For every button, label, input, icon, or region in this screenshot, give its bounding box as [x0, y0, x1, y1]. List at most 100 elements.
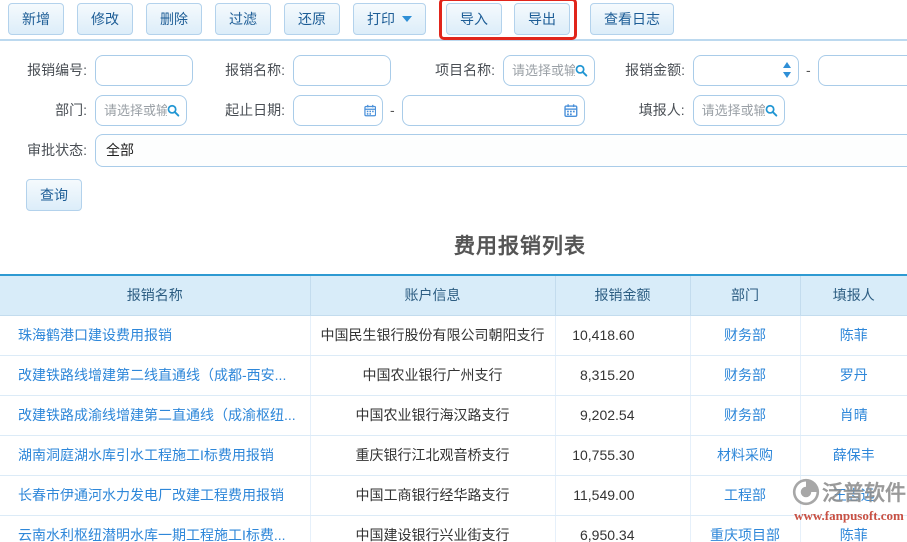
expense-name-link[interactable]: 云南水利枢纽潜明水库一期工程施工I标费...: [0, 515, 311, 542]
header-amount: 报销金额: [555, 275, 691, 316]
end-date-picker[interactable]: [401, 94, 585, 126]
filter-row-2: 部门: 起止日期:: [0, 90, 907, 130]
caret-down-icon: [402, 16, 412, 22]
spinner-arrows-icon[interactable]: [783, 61, 791, 78]
department-input[interactable]: [104, 102, 168, 118]
amount-cell: 10,418.60: [555, 315, 691, 356]
amount-range-field: 报销金额: -: [621, 54, 907, 86]
watermark-brand: 泛普软件: [822, 482, 906, 505]
export-button[interactable]: 导出: [514, 3, 570, 35]
department-select[interactable]: [95, 94, 187, 126]
expense-name-label: 报销名称:: [225, 62, 285, 78]
add-button[interactable]: 新增: [8, 3, 64, 35]
approval-status-label: 审批状态:: [27, 142, 87, 158]
table-header-row: 报销名称 账户信息 报销金额 部门 填报人: [0, 275, 907, 316]
delete-button[interactable]: 删除: [146, 3, 202, 35]
expense-name-field: 报销名称:: [223, 54, 391, 86]
table-row[interactable]: 长春市伊通河水力发电厂改建工程费用报销 中国工商银行经华路支行 11,549.0…: [0, 475, 907, 516]
header-filler: 填报人: [800, 275, 907, 316]
amount-min-spinner[interactable]: [693, 54, 799, 86]
amount-cell: 11,549.00: [555, 475, 691, 516]
amount-max-input[interactable]: [817, 54, 907, 86]
table-row[interactable]: 改建铁路成渝线增建第二直通线（成渝枢纽... 中国农业银行海汉路支行 9,202…: [0, 395, 907, 436]
expense-table: 报销名称 账户信息 报销金额 部门 填报人 珠海鹤港口建设费用报销 中国民生银行…: [0, 274, 907, 542]
account-info-cell: 中国农业银行海汉路支行: [310, 395, 556, 436]
restore-button[interactable]: 还原: [284, 3, 340, 35]
filler-cell: 罗丹: [800, 355, 907, 396]
toolbar: 新增 修改 删除 过滤 还原 打印 导入 导出 查看日志: [0, 0, 907, 41]
amount-cell: 9,202.54: [555, 395, 691, 436]
expense-reimbursement-page: 新增 修改 删除 过滤 还原 打印 导入 导出 查看日志 报销编号: 报销名称:…: [0, 0, 907, 542]
search-icon[interactable]: [765, 103, 778, 118]
table-row[interactable]: 湖南洞庭湖水库引水工程施工I标费用报销 重庆银行江北观音桥支行 10,755.3…: [0, 435, 907, 476]
search-icon[interactable]: [167, 103, 180, 118]
amount-cell: 6,950.34: [555, 515, 691, 542]
expense-name-link[interactable]: 湖南洞庭湖水库引水工程施工I标费用报销: [0, 435, 311, 476]
filter-row-1: 报销编号: 报销名称: 项目名称: 报销金额:: [0, 50, 907, 90]
table-row[interactable]: 云南水利枢纽潜明水库一期工程施工I标费... 中国建设银行兴业街支行 6,950…: [0, 515, 907, 542]
end-date-input[interactable]: [410, 102, 564, 118]
project-name-select[interactable]: [503, 54, 595, 86]
spinner-down-icon[interactable]: [783, 71, 791, 78]
calendar-icon[interactable]: [363, 103, 376, 118]
modify-button[interactable]: 修改: [77, 3, 133, 35]
filler-cell: 薛保丰: [800, 435, 907, 476]
expense-name-input[interactable]: [293, 54, 391, 86]
fanpu-logo-icon: [792, 478, 820, 506]
account-info-cell: 中国农业银行广州支行: [310, 355, 556, 396]
amount-cell: 10,755.30: [555, 435, 691, 476]
account-info-cell: 重庆银行江北观音桥支行: [310, 435, 556, 476]
expense-name-link[interactable]: 改建铁路线增建第二线直通线（成都-西安...: [0, 355, 311, 396]
date-range-separator: -: [390, 102, 395, 118]
project-name-label: 项目名称:: [435, 62, 495, 78]
start-date-input[interactable]: [302, 102, 364, 118]
expense-name-link[interactable]: 长春市伊通河水力发电厂改建工程费用报销: [0, 475, 311, 516]
calendar-icon[interactable]: [564, 103, 578, 118]
department-cell: 财务部: [690, 315, 801, 356]
approval-status-select[interactable]: 全部: [95, 133, 907, 167]
account-info-cell: 中国工商银行经华路支行: [310, 475, 556, 516]
project-name-input[interactable]: [512, 62, 576, 78]
print-button[interactable]: 打印: [353, 3, 426, 35]
project-name-field: 项目名称:: [431, 54, 595, 86]
table-row[interactable]: 珠海鹤港口建设费用报销 中国民生银行股份有限公司朝阳支行 10,418.60 财…: [0, 315, 907, 356]
expense-name-link[interactable]: 改建铁路成渝线增建第二直通线（成渝枢纽...: [0, 395, 311, 436]
table-row[interactable]: 改建铁路线增建第二线直通线（成都-西安... 中国农业银行广州支行 8,315.…: [0, 355, 907, 396]
query-row: 查询: [0, 170, 907, 215]
filter-row-3: 审批状态: 全部: [0, 130, 907, 170]
amount-range-separator: -: [806, 62, 811, 78]
expense-no-field: 报销编号:: [0, 54, 193, 86]
filler-cell: 肖晴: [800, 395, 907, 436]
department-cell: 财务部: [690, 395, 801, 436]
expense-no-label: 报销编号:: [27, 62, 87, 78]
spinner-up-icon[interactable]: [783, 61, 791, 68]
department-label: 部门:: [55, 102, 87, 118]
header-department: 部门: [690, 275, 801, 316]
department-field: 部门:: [0, 94, 187, 126]
filler-field: 填报人:: [631, 94, 785, 126]
department-cell: 重庆项目部: [690, 515, 801, 542]
filter-button[interactable]: 过滤: [215, 3, 271, 35]
amount-cell: 8,315.20: [555, 355, 691, 396]
amount-label: 报销金额:: [625, 62, 685, 78]
expense-name-link[interactable]: 珠海鹤港口建设费用报销: [0, 315, 311, 356]
start-date-picker[interactable]: [293, 94, 383, 126]
header-expense-name: 报销名称: [0, 275, 311, 316]
filler-select[interactable]: [692, 94, 785, 126]
expense-no-input[interactable]: [95, 54, 193, 86]
filler-cell: 陈菲: [800, 315, 907, 356]
watermark-url: www.fanpusoft.com: [794, 508, 904, 523]
search-icon[interactable]: [575, 63, 588, 78]
print-button-label: 打印: [367, 11, 395, 27]
filler-input[interactable]: [701, 102, 766, 118]
account-info-cell: 中国民生银行股份有限公司朝阳支行: [310, 315, 556, 356]
approval-status-field: 审批状态: 全部: [0, 133, 907, 167]
watermark-brand-row: 泛普软件: [792, 477, 906, 507]
vendor-watermark: 泛普软件 www.fanpusoft.com: [792, 477, 906, 524]
import-button[interactable]: 导入: [446, 3, 502, 35]
date-range-label: 起止日期:: [225, 102, 285, 118]
view-log-button[interactable]: 查看日志: [590, 3, 674, 35]
query-button[interactable]: 查询: [26, 179, 82, 211]
department-cell: 工程部: [690, 475, 801, 516]
account-info-cell: 中国建设银行兴业街支行: [310, 515, 556, 542]
